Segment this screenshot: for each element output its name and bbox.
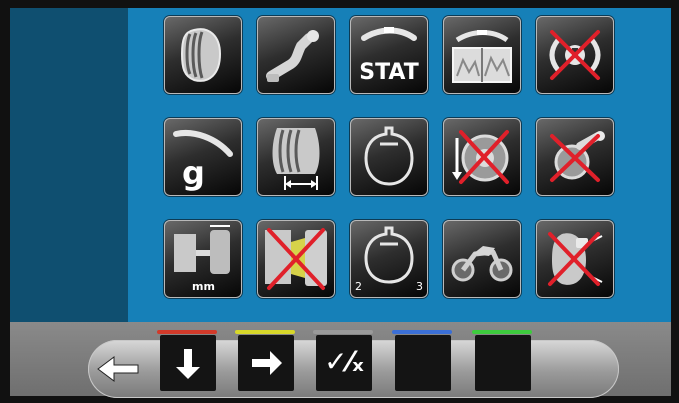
measuring-arm-button[interactable] bbox=[257, 16, 335, 94]
gray-indicator-strip bbox=[313, 330, 373, 334]
arrow-left-icon bbox=[97, 356, 139, 382]
sound-disabled-button[interactable] bbox=[536, 16, 614, 94]
green-indicator-strip bbox=[472, 330, 532, 334]
blue-indicator-strip bbox=[392, 330, 452, 334]
tire-lock-disabled-button[interactable] bbox=[536, 220, 614, 298]
main-icon-grid: STAT g mm 2 3 bbox=[128, 8, 671, 322]
arrow-down-icon bbox=[176, 349, 200, 379]
counter-right-label: 3 bbox=[416, 280, 423, 293]
wheel-lowering-disabled-button[interactable] bbox=[443, 118, 521, 196]
back-button[interactable] bbox=[88, 340, 158, 398]
wheel-clamp-disabled-button[interactable] bbox=[536, 118, 614, 196]
fk-blank-button-1[interactable] bbox=[395, 335, 451, 391]
weight-position-display-icon bbox=[452, 30, 512, 83]
tire-lock-disabled-icon bbox=[548, 232, 603, 286]
sidebar-panel bbox=[10, 8, 128, 322]
fk-down-button[interactable] bbox=[160, 335, 216, 391]
savings-counter-icon bbox=[364, 126, 414, 186]
stat-button[interactable]: STAT bbox=[350, 16, 428, 94]
laser-disabled-button[interactable] bbox=[257, 220, 335, 298]
tire-icon bbox=[180, 28, 222, 82]
motorcycle-button[interactable] bbox=[443, 220, 521, 298]
weight-position-button[interactable] bbox=[443, 16, 521, 94]
laser-disabled-icon bbox=[265, 228, 327, 290]
tire-button[interactable] bbox=[164, 16, 242, 94]
savings-counter-button[interactable] bbox=[350, 118, 428, 196]
tire-width-icon bbox=[272, 128, 320, 190]
check-x-toggle-icon: ✓⁄ₓ bbox=[324, 345, 364, 378]
motorcycle-icon bbox=[451, 246, 513, 282]
wheel-clamp-disabled-icon bbox=[550, 131, 605, 182]
function-key-bar: ✓⁄ₓ bbox=[10, 322, 671, 398]
sound-disabled-icon bbox=[549, 30, 601, 80]
mm-label: mm bbox=[192, 280, 215, 293]
red-indicator-strip bbox=[157, 330, 217, 334]
counter-left-label: 2 bbox=[355, 280, 362, 293]
grams-button[interactable]: g bbox=[164, 118, 242, 196]
arrow-right-icon bbox=[252, 351, 282, 375]
fk-toggle-button[interactable]: ✓⁄ₓ bbox=[316, 335, 372, 391]
stat-label: STAT bbox=[359, 60, 419, 85]
yellow-indicator-strip bbox=[235, 330, 295, 334]
grams-label: g bbox=[182, 154, 205, 192]
fk-right-button[interactable] bbox=[238, 335, 294, 391]
tire-width-button[interactable] bbox=[257, 118, 335, 196]
unit-mm-button[interactable]: mm bbox=[164, 220, 242, 298]
machine-screen: STAT g mm 2 3 ✓⁄ₓ bbox=[0, 0, 679, 403]
measuring-arm-icon bbox=[266, 30, 319, 82]
wheel-lowering-disabled-icon bbox=[452, 130, 509, 184]
fk-blank-button-2[interactable] bbox=[475, 335, 531, 391]
counter-2-3-button[interactable]: 2 3 bbox=[350, 220, 428, 298]
